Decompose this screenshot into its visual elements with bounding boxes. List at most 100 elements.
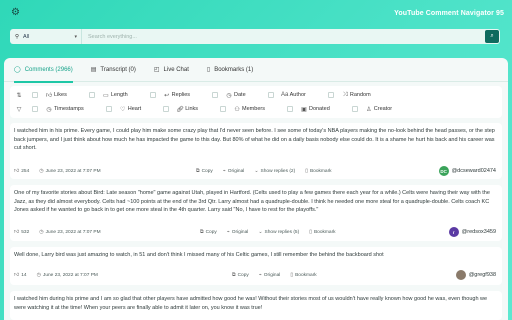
bookmark-icon: ▯ — [290, 272, 294, 278]
tab-label: Bookmarks (1) — [214, 66, 254, 73]
app-title: YouTube Comment Navigator 95 — [394, 9, 504, 17]
copy-icon: ⧉ — [200, 229, 204, 235]
replies-icon: ↩ — [164, 92, 170, 99]
chat-icon: ◰ — [153, 67, 160, 73]
checkbox[interactable] — [327, 92, 334, 98]
checkbox[interactable] — [105, 106, 112, 112]
copy-icon: ⧉ — [232, 272, 236, 278]
search-button[interactable]: ⌕ — [485, 30, 499, 43]
tab-bar: ◯ Comments (2966) ▤ Transcript (0) ◰ Liv… — [4, 58, 508, 83]
search-scope-value: All — [23, 33, 30, 40]
like-count: 254 — [21, 168, 30, 174]
link-icon: ⌁ — [222, 168, 226, 174]
filter-heart[interactable]: ♡ Heart — [98, 106, 155, 113]
comment-date: June 23, 2022 at 7:07 PM — [45, 168, 101, 174]
avatar: DC — [438, 166, 449, 176]
sort-icon[interactable]: ⇅ — [14, 92, 24, 99]
shuffle-icon: ⤨ — [342, 91, 348, 98]
sort-replies[interactable]: ↩ Replies — [142, 92, 204, 99]
thumbs-up-icon: 👍︎ — [14, 168, 20, 174]
filter-creator[interactable]: ♙ Creator — [344, 106, 406, 113]
filter-row: ▽ ◷ Timestamps ♡ Heart 🔗︎ Links ⚇ Members ▣ D… — [14, 102, 406, 116]
comment-card: Well done, Larry bird was just amazing t… — [10, 247, 502, 285]
bookmark-button[interactable]: ▯ Bookmark — [290, 272, 316, 278]
tab-label: Live Chat — [163, 66, 189, 73]
filter-links[interactable]: 🔗︎ Links — [155, 106, 212, 113]
sort-author[interactable]: Aa Author — [260, 92, 320, 98]
gear-icon[interactable]: ⚙ — [11, 8, 21, 18]
comment-author[interactable]: @gregf938 — [455, 270, 496, 280]
link-icon: ⌁ — [226, 229, 230, 235]
chevron-down-icon: ⌄ — [254, 168, 259, 174]
author-handle: @redsox3459 — [461, 229, 496, 235]
sort-date[interactable]: ◷ Date — [204, 92, 260, 99]
copy-button[interactable]: ⧉ Copy — [232, 272, 249, 278]
chevron-down-icon: ⌄ — [258, 229, 263, 235]
clock-icon: ◷ — [39, 168, 44, 174]
filter-members[interactable]: ⚇ Members — [212, 106, 279, 113]
checkbox[interactable] — [286, 106, 293, 112]
members-icon: ⚇ — [234, 106, 240, 113]
comment-text: Well done, Larry bird was just amazing t… — [14, 252, 384, 258]
creator-icon: ♙ — [366, 106, 372, 113]
like-count: 532 — [21, 229, 30, 235]
copy-button[interactable]: ⧉ Copy — [196, 168, 213, 174]
sort-random[interactable]: ⤨ Random — [320, 92, 385, 99]
sort-length[interactable]: ▭ Length — [81, 92, 142, 99]
checkbox[interactable] — [163, 106, 170, 112]
copy-button[interactable]: ⧉ Copy — [200, 229, 217, 235]
bookmark-icon: ▯ — [305, 168, 308, 174]
search-bar: ⚲ All ▾ ⌕ — [10, 29, 500, 44]
checkbox[interactable] — [220, 106, 227, 112]
comment-card: I watched him during his prime and I am … — [10, 291, 502, 320]
sort-likes[interactable]: 👍︎ Likes — [24, 91, 81, 99]
tab-label: Comments (2966) — [24, 66, 73, 73]
bookmark-button[interactable]: ▯ Bookmark — [305, 168, 331, 174]
checkbox[interactable] — [88, 92, 95, 98]
original-button[interactable]: ⌁ Original — [227, 229, 249, 235]
sort-row: ⇅ 👍︎ Likes ▭ Length ↩ Replies ◷ Date Aa Autho… — [14, 88, 385, 102]
show-replies-button[interactable]: ⌄ Show replies (5) — [258, 229, 299, 235]
original-button[interactable]: ⌁ Original — [223, 168, 245, 174]
checkbox[interactable] — [32, 92, 38, 98]
comment-meta: 👍︎ 532 ◷ June 23, 2022 at 7:07 PM — [14, 228, 111, 236]
comment-author[interactable]: DC @dcseward02474 — [438, 166, 496, 176]
funnel-icon[interactable]: ▽ — [14, 106, 24, 113]
search-input[interactable] — [82, 30, 485, 43]
bookmark-icon: ▯ — [309, 229, 312, 235]
author-handle: @dcseward02474 — [451, 168, 496, 174]
avatar: r — [448, 227, 459, 237]
comment-date: June 23, 2022 at 7:07 PM — [42, 272, 98, 278]
filter-donated[interactable]: ▣ Donated — [279, 106, 344, 113]
tab-transcript[interactable]: ▤ Transcript (0) — [91, 58, 136, 82]
checkbox[interactable] — [149, 92, 156, 98]
thumbs-up-icon: 👍︎ — [14, 272, 20, 278]
comment-text: One of my favorite stories about Bird: L… — [14, 190, 490, 214]
checkbox[interactable] — [351, 106, 358, 112]
comment-icon: ◯ — [14, 67, 21, 73]
original-button[interactable]: ⌁ Original — [259, 272, 281, 278]
comment-meta: 👍︎ 14 ◷ June 23, 2022 at 7:07 PM — [14, 271, 108, 279]
comment-actions: ⧉ Copy ⌁ Original ⌄ Show replies (5) ▯ Bookm… — [200, 228, 346, 236]
clock-icon: ◷ — [226, 92, 232, 99]
comment-actions: ⧉ Copy ⌁ Original ⌄ Show replies (2) ▯ Bookm… — [196, 167, 342, 175]
tab-comments[interactable]: ◯ Comments (2966) — [14, 58, 73, 83]
tab-bookmarks[interactable]: ▯ Bookmarks (1) — [207, 58, 253, 82]
top-bar: ⚙ YouTube Comment Navigator 95 — [0, 0, 512, 26]
search-icon: ⌕ — [490, 33, 494, 39]
checkbox[interactable] — [212, 92, 219, 98]
tab-live-chat[interactable]: ◰ Live Chat — [154, 58, 189, 82]
clock-icon: ◷ — [39, 229, 44, 235]
bookmark-button[interactable]: ▯ Bookmark — [309, 229, 335, 235]
comment-text: I watched him in his prime. Every game, … — [14, 128, 495, 152]
comment-date: June 23, 2022 at 7:07 PM — [45, 229, 101, 235]
author-icon: Aa — [280, 92, 289, 98]
search-scope-select[interactable]: ⚲ All ▾ — [10, 29, 82, 44]
checkbox[interactable] — [267, 92, 274, 98]
comment-author[interactable]: r @redsox3459 — [448, 227, 496, 237]
link-icon: 🔗︎ — [176, 106, 185, 113]
checkbox[interactable] — [32, 106, 38, 112]
filter-timestamps[interactable]: ◷ Timestamps — [24, 106, 98, 113]
avatar — [455, 270, 466, 280]
show-replies-button[interactable]: ⌄ Show replies (2) — [254, 168, 295, 174]
